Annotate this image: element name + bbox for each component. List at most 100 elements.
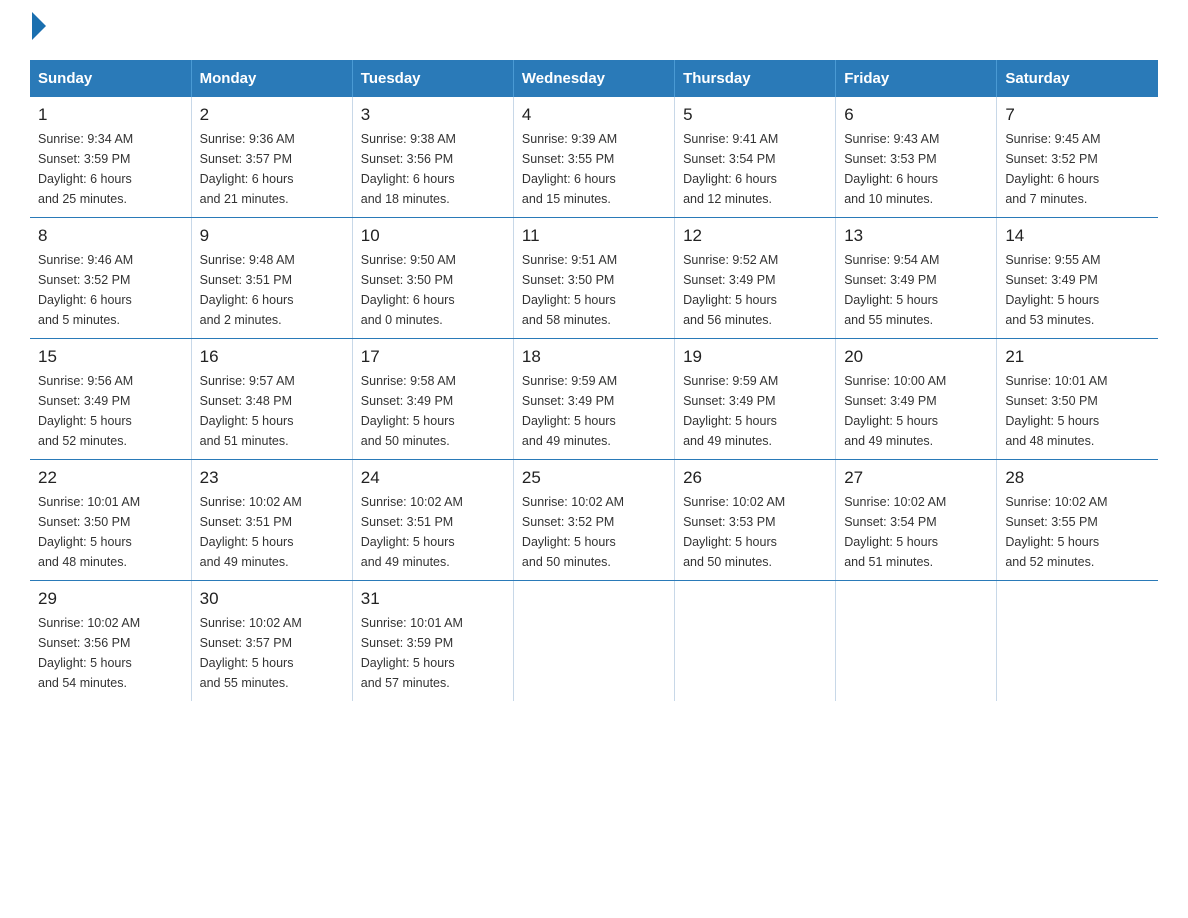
day-info: Sunrise: 9:59 AMSunset: 3:49 PMDaylight:…	[683, 374, 778, 448]
day-info: Sunrise: 10:02 AMSunset: 3:51 PMDaylight…	[200, 495, 302, 569]
day-info: Sunrise: 10:02 AMSunset: 3:51 PMDaylight…	[361, 495, 463, 569]
week-row-3: 15 Sunrise: 9:56 AMSunset: 3:49 PMDaylig…	[30, 339, 1158, 460]
day-info: Sunrise: 9:39 AMSunset: 3:55 PMDaylight:…	[522, 132, 617, 206]
day-number: 16	[200, 347, 344, 367]
day-number: 14	[1005, 226, 1150, 246]
week-row-1: 1 Sunrise: 9:34 AMSunset: 3:59 PMDayligh…	[30, 97, 1158, 218]
day-cell: 12 Sunrise: 9:52 AMSunset: 3:49 PMDaylig…	[675, 218, 836, 339]
logo-triangle-icon	[32, 12, 46, 40]
day-cell: 29 Sunrise: 10:02 AMSunset: 3:56 PMDayli…	[30, 581, 191, 702]
header-row: SundayMondayTuesdayWednesdayThursdayFrid…	[30, 60, 1158, 97]
day-info: Sunrise: 9:34 AMSunset: 3:59 PMDaylight:…	[38, 132, 133, 206]
day-cell: 14 Sunrise: 9:55 AMSunset: 3:49 PMDaylig…	[997, 218, 1158, 339]
header-cell-sunday: Sunday	[30, 60, 191, 97]
day-info: Sunrise: 9:55 AMSunset: 3:49 PMDaylight:…	[1005, 253, 1100, 327]
day-number: 23	[200, 468, 344, 488]
day-number: 5	[683, 105, 827, 125]
day-info: Sunrise: 10:02 AMSunset: 3:57 PMDaylight…	[200, 616, 302, 690]
day-info: Sunrise: 9:41 AMSunset: 3:54 PMDaylight:…	[683, 132, 778, 206]
day-cell: 8 Sunrise: 9:46 AMSunset: 3:52 PMDayligh…	[30, 218, 191, 339]
day-cell: 26 Sunrise: 10:02 AMSunset: 3:53 PMDayli…	[675, 460, 836, 581]
week-row-2: 8 Sunrise: 9:46 AMSunset: 3:52 PMDayligh…	[30, 218, 1158, 339]
day-cell	[997, 581, 1158, 702]
header-cell-tuesday: Tuesday	[352, 60, 513, 97]
day-cell: 24 Sunrise: 10:02 AMSunset: 3:51 PMDayli…	[352, 460, 513, 581]
day-info: Sunrise: 9:51 AMSunset: 3:50 PMDaylight:…	[522, 253, 617, 327]
day-number: 11	[522, 226, 666, 246]
day-number: 19	[683, 347, 827, 367]
day-info: Sunrise: 9:36 AMSunset: 3:57 PMDaylight:…	[200, 132, 295, 206]
day-info: Sunrise: 9:58 AMSunset: 3:49 PMDaylight:…	[361, 374, 456, 448]
day-cell: 11 Sunrise: 9:51 AMSunset: 3:50 PMDaylig…	[513, 218, 674, 339]
day-cell: 25 Sunrise: 10:02 AMSunset: 3:52 PMDayli…	[513, 460, 674, 581]
day-cell: 7 Sunrise: 9:45 AMSunset: 3:52 PMDayligh…	[997, 97, 1158, 218]
day-number: 18	[522, 347, 666, 367]
day-cell: 5 Sunrise: 9:41 AMSunset: 3:54 PMDayligh…	[675, 97, 836, 218]
day-info: Sunrise: 9:59 AMSunset: 3:49 PMDaylight:…	[522, 374, 617, 448]
day-info: Sunrise: 9:38 AMSunset: 3:56 PMDaylight:…	[361, 132, 456, 206]
day-info: Sunrise: 9:46 AMSunset: 3:52 PMDaylight:…	[38, 253, 133, 327]
calendar-header: SundayMondayTuesdayWednesdayThursdayFrid…	[30, 60, 1158, 97]
day-info: Sunrise: 9:52 AMSunset: 3:49 PMDaylight:…	[683, 253, 778, 327]
day-number: 27	[844, 468, 988, 488]
header-cell-wednesday: Wednesday	[513, 60, 674, 97]
day-number: 24	[361, 468, 505, 488]
day-cell: 27 Sunrise: 10:02 AMSunset: 3:54 PMDayli…	[836, 460, 997, 581]
day-cell: 15 Sunrise: 9:56 AMSunset: 3:49 PMDaylig…	[30, 339, 191, 460]
day-info: Sunrise: 9:43 AMSunset: 3:53 PMDaylight:…	[844, 132, 939, 206]
day-cell: 20 Sunrise: 10:00 AMSunset: 3:49 PMDayli…	[836, 339, 997, 460]
week-row-4: 22 Sunrise: 10:01 AMSunset: 3:50 PMDayli…	[30, 460, 1158, 581]
day-cell: 2 Sunrise: 9:36 AMSunset: 3:57 PMDayligh…	[191, 97, 352, 218]
day-number: 30	[200, 589, 344, 609]
day-info: Sunrise: 10:02 AMSunset: 3:52 PMDaylight…	[522, 495, 624, 569]
day-cell	[836, 581, 997, 702]
day-number: 3	[361, 105, 505, 125]
day-number: 12	[683, 226, 827, 246]
day-number: 13	[844, 226, 988, 246]
day-number: 1	[38, 105, 183, 125]
day-info: Sunrise: 9:56 AMSunset: 3:49 PMDaylight:…	[38, 374, 133, 448]
day-cell: 16 Sunrise: 9:57 AMSunset: 3:48 PMDaylig…	[191, 339, 352, 460]
day-cell: 19 Sunrise: 9:59 AMSunset: 3:49 PMDaylig…	[675, 339, 836, 460]
day-cell: 30 Sunrise: 10:02 AMSunset: 3:57 PMDayli…	[191, 581, 352, 702]
header-cell-monday: Monday	[191, 60, 352, 97]
day-cell	[513, 581, 674, 702]
day-number: 17	[361, 347, 505, 367]
day-info: Sunrise: 10:02 AMSunset: 3:54 PMDaylight…	[844, 495, 946, 569]
day-number: 9	[200, 226, 344, 246]
logo	[30, 20, 46, 40]
day-cell: 3 Sunrise: 9:38 AMSunset: 3:56 PMDayligh…	[352, 97, 513, 218]
day-info: Sunrise: 10:00 AMSunset: 3:49 PMDaylight…	[844, 374, 946, 448]
day-number: 21	[1005, 347, 1150, 367]
day-number: 28	[1005, 468, 1150, 488]
day-cell: 28 Sunrise: 10:02 AMSunset: 3:55 PMDayli…	[997, 460, 1158, 581]
page-header	[30, 20, 1158, 40]
header-cell-friday: Friday	[836, 60, 997, 97]
day-number: 31	[361, 589, 505, 609]
day-cell: 22 Sunrise: 10:01 AMSunset: 3:50 PMDayli…	[30, 460, 191, 581]
day-number: 25	[522, 468, 666, 488]
header-cell-saturday: Saturday	[997, 60, 1158, 97]
day-info: Sunrise: 10:01 AMSunset: 3:50 PMDaylight…	[1005, 374, 1107, 448]
week-row-5: 29 Sunrise: 10:02 AMSunset: 3:56 PMDayli…	[30, 581, 1158, 702]
day-number: 29	[38, 589, 183, 609]
day-cell: 4 Sunrise: 9:39 AMSunset: 3:55 PMDayligh…	[513, 97, 674, 218]
day-cell: 6 Sunrise: 9:43 AMSunset: 3:53 PMDayligh…	[836, 97, 997, 218]
day-number: 20	[844, 347, 988, 367]
day-info: Sunrise: 9:54 AMSunset: 3:49 PMDaylight:…	[844, 253, 939, 327]
day-info: Sunrise: 10:02 AMSunset: 3:55 PMDaylight…	[1005, 495, 1107, 569]
day-cell: 21 Sunrise: 10:01 AMSunset: 3:50 PMDayli…	[997, 339, 1158, 460]
day-number: 6	[844, 105, 988, 125]
day-info: Sunrise: 9:57 AMSunset: 3:48 PMDaylight:…	[200, 374, 295, 448]
day-cell: 1 Sunrise: 9:34 AMSunset: 3:59 PMDayligh…	[30, 97, 191, 218]
day-cell: 23 Sunrise: 10:02 AMSunset: 3:51 PMDayli…	[191, 460, 352, 581]
day-number: 2	[200, 105, 344, 125]
day-cell	[675, 581, 836, 702]
day-info: Sunrise: 9:50 AMSunset: 3:50 PMDaylight:…	[361, 253, 456, 327]
day-cell: 18 Sunrise: 9:59 AMSunset: 3:49 PMDaylig…	[513, 339, 674, 460]
day-number: 8	[38, 226, 183, 246]
calendar-body: 1 Sunrise: 9:34 AMSunset: 3:59 PMDayligh…	[30, 97, 1158, 701]
day-info: Sunrise: 9:48 AMSunset: 3:51 PMDaylight:…	[200, 253, 295, 327]
day-cell: 17 Sunrise: 9:58 AMSunset: 3:49 PMDaylig…	[352, 339, 513, 460]
day-number: 15	[38, 347, 183, 367]
